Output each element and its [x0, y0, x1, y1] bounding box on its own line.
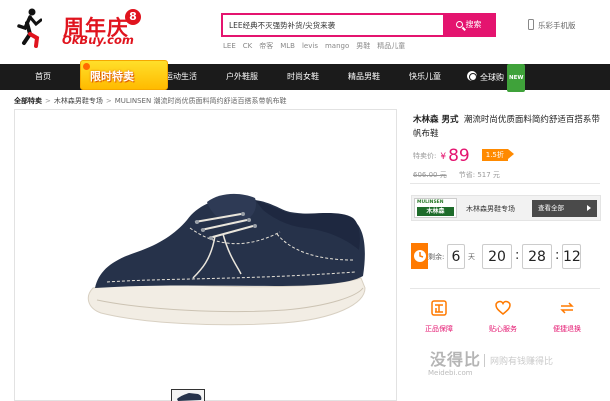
nav-item-men-shoes[interactable]: 精品男鞋: [348, 64, 380, 90]
brand-url: OkBuy.com: [62, 33, 134, 47]
countdown-minutes: 28: [522, 244, 552, 269]
currency-symbol: ¥: [440, 152, 447, 162]
watermark-title: 没得比: [430, 350, 482, 369]
countdown-seconds: 12: [562, 244, 581, 269]
breadcrumb-separator-icon: >: [105, 97, 112, 105]
guarantee-label: 便捷退换: [553, 325, 581, 333]
divider: [410, 288, 600, 289]
nav-item-women-shoes[interactable]: 时尚女鞋: [287, 64, 319, 90]
product-thumbnail[interactable]: [171, 389, 205, 401]
guarantee-label: 贴心服务: [489, 325, 517, 333]
countdown-separator: :: [555, 248, 560, 263]
hot-keyword-link[interactable]: 精品儿童: [377, 42, 405, 50]
hot-keyword-link[interactable]: MLB: [280, 42, 295, 50]
clock-icon: [411, 243, 428, 269]
nav-item-home[interactable]: 首页: [35, 64, 51, 90]
countdown-days: 6: [447, 244, 465, 269]
flash-sale-label: 限时特卖: [90, 70, 134, 83]
original-price-row: 606.00 元 节省: 517 元: [413, 170, 500, 180]
price-row: 特卖价: ¥89 1.5折: [413, 146, 515, 166]
new-badge: NEW: [507, 64, 526, 92]
original-price: 606.00 元: [413, 171, 447, 179]
shop-logo-top: MULINSEN: [417, 200, 444, 205]
authentic-icon: [431, 300, 447, 316]
mobile-phone-icon: [528, 19, 534, 30]
service-guarantees: 正品保障 贴心服务 便捷退换: [411, 300, 601, 342]
watermark: 没得比 Meidebi.com 网购有钱赚得比: [426, 344, 610, 401]
search-input[interactable]: [223, 15, 443, 35]
mobile-version-label: 乐彩手机版: [538, 21, 576, 30]
nav-item-global[interactable]: 全球购 NEW: [467, 64, 526, 92]
nav-item-global-label: 全球购: [480, 73, 504, 82]
hot-keyword-link[interactable]: 男鞋: [356, 42, 370, 50]
hot-keyword-link[interactable]: LEE: [223, 42, 236, 50]
breadcrumb-separator-icon: >: [45, 97, 51, 105]
nav-item-sports[interactable]: 运动生活: [165, 64, 197, 90]
shop-name[interactable]: 木林森男鞋专场: [466, 204, 515, 214]
nav-item-flash-sale[interactable]: 限时特卖: [80, 60, 168, 90]
exchange-icon: [560, 302, 574, 314]
watermark-url: Meidebi.com: [428, 369, 473, 377]
countdown-hours: 20: [482, 244, 512, 269]
mobile-version-link[interactable]: 乐彩手机版: [528, 19, 576, 31]
globe-icon: [467, 71, 477, 81]
product-brand: 木林森 男式: [413, 115, 459, 125]
sale-price: 89: [448, 146, 470, 166]
search-button-label: 搜索: [465, 20, 482, 29]
nav-item-outdoor[interactable]: 户外鞋服: [226, 64, 258, 90]
breadcrumb-item: MULINSEN 潮流时尚优质面料简约舒适百搭系带帆布鞋: [114, 97, 287, 105]
guarantee-label: 正品保障: [425, 325, 453, 333]
divider: [410, 183, 600, 184]
guarantee-authentic[interactable]: 正品保障: [411, 300, 467, 334]
price-label: 特卖价:: [413, 152, 437, 160]
countdown-timer: 剩余: 6 天 20 : 28 : 12: [411, 240, 581, 274]
hot-keywords: LEE CK 帝客 MLB levis mango 男鞋 精品儿童: [223, 41, 412, 51]
guarantee-service[interactable]: 贴心服务: [475, 300, 531, 334]
shoe-image: [87, 193, 366, 326]
service-icon: [495, 300, 511, 315]
site-logo[interactable]: 周年庆 OkBuy.com 8: [6, 4, 156, 56]
product-title: 木林森 男式 潮流时尚优质面料简约舒适百搭系带帆布鞋: [413, 113, 603, 141]
breadcrumb-item[interactable]: 木林森男鞋专场: [54, 97, 103, 105]
anniversary-badge: 8: [125, 9, 141, 25]
save-label: 节省:: [458, 171, 476, 179]
search-button[interactable]: 搜索: [443, 15, 494, 35]
watermark-slogan: 网购有钱赚得比: [484, 354, 553, 367]
shop-logo-main: 木林森: [417, 207, 454, 216]
shop-banner: MULINSEN 木林森 木林森男鞋专场 查看全部: [411, 195, 601, 221]
view-all-button[interactable]: 查看全部: [532, 200, 597, 217]
guarantee-exchange[interactable]: 便捷退换: [539, 300, 595, 334]
search-icon: [455, 21, 463, 28]
breadcrumb: 全部特卖 > 木林森男鞋专场 > MULINSEN 潮流时尚优质面料简约舒适百搭系带帆布…: [14, 96, 286, 106]
flash-sale-deco-icon: [83, 63, 90, 70]
runner-logo-icon: [17, 8, 42, 48]
discount-badge: 1.5折: [481, 149, 515, 161]
hot-keyword-link[interactable]: 帝客: [259, 42, 273, 50]
breadcrumb-item[interactable]: 全部特卖: [14, 97, 42, 105]
countdown-separator: :: [515, 248, 520, 263]
shop-logo[interactable]: MULINSEN 木林森: [414, 198, 457, 218]
product-main-image[interactable]: [14, 109, 397, 401]
countdown-days-unit: 天: [468, 253, 475, 261]
hot-keyword-link[interactable]: mango: [325, 42, 349, 50]
hot-keyword-link[interactable]: CK: [243, 42, 252, 50]
save-amount: 517 元: [477, 171, 500, 179]
thumbnail-shoe-icon: [177, 393, 202, 401]
hot-keyword-link[interactable]: levis: [302, 42, 318, 50]
search-bar: 搜索: [221, 13, 496, 37]
countdown-label: 剩余:: [428, 253, 445, 261]
nav-item-kids[interactable]: 快乐儿童: [409, 64, 441, 90]
